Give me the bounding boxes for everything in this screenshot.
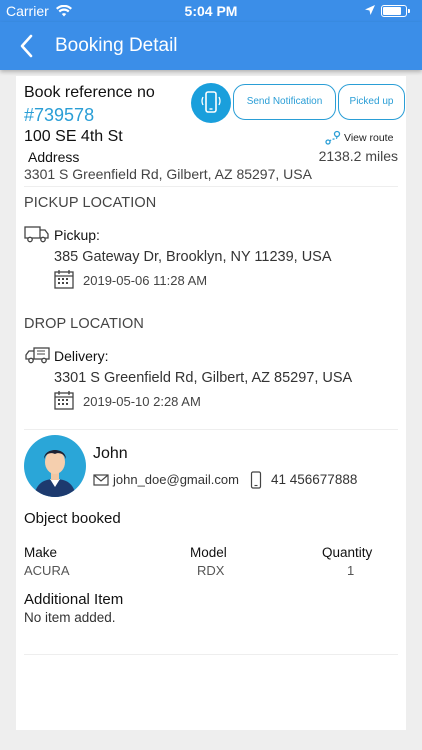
customer-phone[interactable]: 41 456677888 — [271, 472, 357, 487]
status-bar: Carrier 5:04 PM — [0, 0, 422, 22]
nav-bar: Booking Detail — [0, 22, 422, 70]
object-booked-title: Object booked — [24, 510, 121, 527]
location-arrow-icon — [364, 3, 376, 19]
customer-name: John — [93, 445, 128, 462]
pickup-datetime: 2019-05-06 11:28 AM — [83, 273, 208, 288]
make-header: Make — [24, 545, 58, 560]
address-label: Address — [28, 149, 80, 165]
make-value: ACURA — [24, 563, 70, 578]
pickup-type-label: Pickup: — [54, 227, 100, 243]
avatar — [24, 435, 86, 497]
drop-heading: DROP LOCATION — [24, 316, 145, 332]
quantity-value: 1 — [347, 563, 355, 578]
divider — [24, 654, 398, 655]
delivery-truck-icon — [24, 345, 50, 365]
battery-tip — [408, 9, 410, 13]
reference-number: #739578 — [24, 105, 95, 125]
call-button[interactable] — [191, 83, 231, 123]
model-header: Model — [190, 545, 227, 560]
customer-email[interactable]: john_doe@gmail.com — [113, 472, 239, 487]
model-value: RDX — [197, 563, 225, 578]
pickup-heading: PICKUP LOCATION — [24, 195, 157, 211]
pickup-address: 385 Gateway Dr, Brooklyn, NY 11239, USA — [54, 249, 332, 265]
picked-up-button[interactable]: Picked up — [338, 84, 405, 120]
battery-icon — [381, 5, 407, 17]
drop-address: 3301 S Greenfield Rd, Gilbert, AZ 85297,… — [54, 370, 353, 386]
view-route-link[interactable]: View route — [344, 132, 393, 144]
booking-card: Book reference no #739578 Send Notificat… — [16, 76, 406, 730]
truck-icon — [24, 224, 50, 244]
back-arrow-icon[interactable] — [16, 32, 38, 60]
page-title: Booking Detail — [55, 35, 178, 56]
reference-label: Book reference no — [24, 84, 155, 101]
calendar-icon — [54, 390, 74, 410]
drop-type-label: Delivery: — [54, 348, 109, 364]
mail-icon — [93, 473, 109, 492]
additional-item-title: Additional Item — [24, 591, 124, 608]
phone-icon — [250, 471, 262, 494]
divider — [24, 186, 398, 187]
send-notification-button[interactable]: Send Notification — [233, 84, 336, 120]
drop-datetime: 2019-05-10 2:28 AM — [83, 394, 201, 409]
quantity-header: Quantity — [322, 545, 373, 560]
address-full: 3301 S Greenfield Rd, Gilbert, AZ 85297,… — [24, 166, 312, 182]
additional-item-value: No item added. — [24, 610, 116, 625]
address-title: 100 SE 4th St — [24, 128, 123, 145]
calendar-icon — [54, 269, 74, 289]
phone-ring-icon — [201, 91, 221, 113]
divider — [24, 429, 398, 430]
clock: 5:04 PM — [184, 3, 238, 19]
distance-value: 2138.2 miles — [318, 148, 398, 164]
